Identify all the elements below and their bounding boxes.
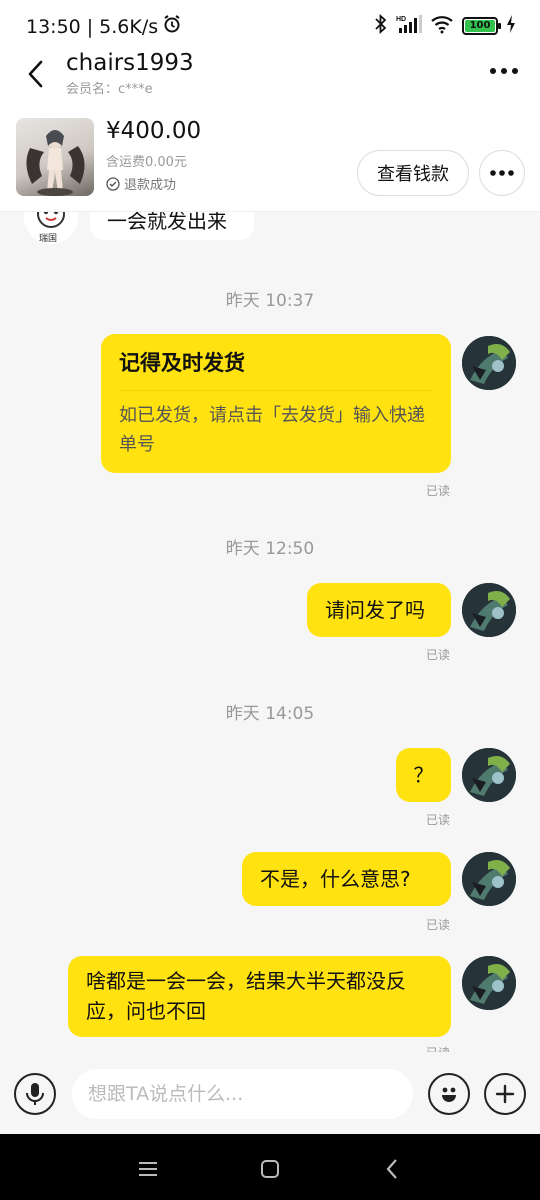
my-message-text: 啥都是一会一会，结果大半天都没反应，问也不回 xyxy=(86,969,406,1023)
my-message-text: 不是，什么意思? xyxy=(260,867,411,891)
my-message-text: 请问发了吗 xyxy=(325,598,425,622)
plus-icon xyxy=(495,1084,515,1104)
clock: 13:50 xyxy=(26,15,81,38)
my-avatar[interactable] xyxy=(462,956,516,1010)
order-price: ¥400.00 xyxy=(106,118,202,144)
refund-status: 退款成功 xyxy=(106,174,176,193)
timestamp: 昨天 14:05 xyxy=(225,704,315,724)
read-receipt: 已读 xyxy=(426,1044,450,1052)
order-more-button[interactable] xyxy=(479,150,525,196)
my-message[interactable]: 请问发了吗 xyxy=(307,583,451,637)
more-icon xyxy=(490,170,514,176)
reminder-title: 记得及时发货 xyxy=(119,348,433,391)
alarm-icon xyxy=(162,14,182,39)
read-receipt: 已读 xyxy=(425,918,450,932)
separator: | xyxy=(86,15,94,38)
reminder-body: 如已发货，请点击「去发货」输入快递单号 xyxy=(119,405,425,455)
hd-signal-icon: HD xyxy=(396,14,422,38)
refund-status-text: 退款成功 xyxy=(124,178,177,193)
voice-button[interactable] xyxy=(14,1073,56,1115)
more-icon xyxy=(490,68,518,74)
seller-message: 一会就发出来 xyxy=(90,212,254,240)
read-receipt: 已读 xyxy=(425,484,450,498)
seller-message-text: 一会就发出来 xyxy=(107,212,227,233)
battery-level: 100 xyxy=(465,20,495,32)
input-bar xyxy=(0,1060,540,1134)
charging-icon xyxy=(506,14,516,38)
nav-back-button[interactable] xyxy=(377,1154,407,1184)
network-speed: 5.6K/s xyxy=(99,15,159,38)
timestamp: 昨天 12:50 xyxy=(225,539,315,559)
back-icon xyxy=(28,60,43,88)
back-button[interactable] xyxy=(18,54,54,94)
header-more-button[interactable] xyxy=(484,56,524,86)
shipping-fee: 含运费0.00元 xyxy=(106,155,187,170)
my-message-text: ？ xyxy=(413,763,434,787)
my-avatar[interactable] xyxy=(462,336,516,390)
my-message[interactable]: 啥都是一会一会，结果大半天都没反应，问也不回 xyxy=(68,956,451,1037)
svg-text:HD: HD xyxy=(396,16,406,23)
my-message[interactable]: 不是，什么意思? xyxy=(242,852,451,906)
chat-area[interactable]: 瑞国 一会就发出来 昨天 10:37 记得及时发货 如已发货，请点击「去发货」输… xyxy=(0,212,540,1052)
bluetooth-icon xyxy=(374,13,388,38)
status-right: HD 100 xyxy=(374,13,516,38)
microphone-icon xyxy=(26,1083,44,1105)
nav-menu-button[interactable] xyxy=(133,1154,163,1184)
my-avatar[interactable] xyxy=(462,852,516,906)
product-thumbnail[interactable] xyxy=(16,118,94,196)
status-left: 13:50 | 5.6K/s xyxy=(26,14,182,39)
chat-header: chairs1993 会员名：c***e xyxy=(0,50,540,108)
check-circle-icon xyxy=(106,176,120,191)
order-card[interactable]: ¥400.00 含运费0.00元 退款成功 查看钱款 xyxy=(0,108,540,212)
my-avatar[interactable] xyxy=(462,583,516,637)
view-payment-button[interactable]: 查看钱款 xyxy=(357,150,469,196)
reminder-card[interactable]: 记得及时发货 如已发货，请点击「去发货」输入快递单号 xyxy=(101,334,451,473)
menu-icon xyxy=(139,1162,157,1176)
member-name: 会员名：c***e xyxy=(66,82,153,97)
emoji-button[interactable] xyxy=(428,1073,470,1115)
more-actions-button[interactable] xyxy=(484,1073,526,1115)
battery-icon: 100 xyxy=(462,17,501,35)
my-message[interactable]: ？ xyxy=(396,748,451,802)
page-title: chairs1993 xyxy=(66,50,194,76)
emoji-icon xyxy=(442,1087,456,1102)
back-icon xyxy=(386,1159,397,1179)
seller-avatar-caption: 瑞国 xyxy=(39,234,58,244)
nav-home-button[interactable] xyxy=(255,1154,285,1184)
system-nav-bar xyxy=(0,1134,540,1200)
message-input[interactable] xyxy=(72,1069,413,1119)
home-icon xyxy=(261,1160,279,1178)
status-bar: 13:50 | 5.6K/s HD 100 xyxy=(0,0,540,50)
my-avatar[interactable] xyxy=(462,748,516,802)
timestamp: 昨天 10:37 xyxy=(225,291,315,311)
read-receipt: 已读 xyxy=(425,813,450,827)
wifi-icon xyxy=(430,14,454,38)
read-receipt: 已读 xyxy=(425,648,450,662)
